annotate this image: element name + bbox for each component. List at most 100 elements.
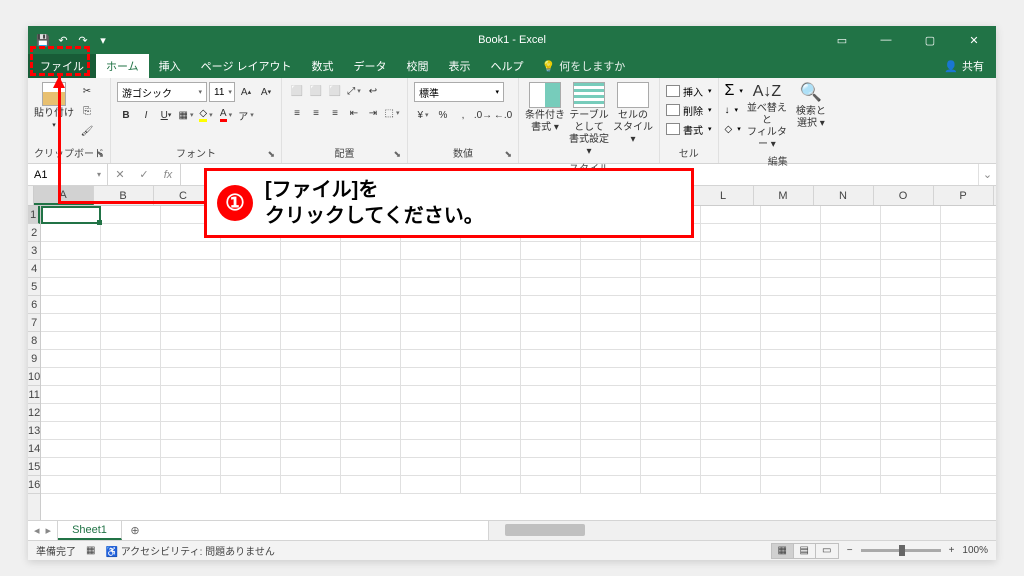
cell[interactable] — [761, 332, 821, 350]
cell[interactable] — [521, 476, 581, 494]
cell[interactable] — [461, 368, 521, 386]
cell[interactable] — [581, 404, 641, 422]
cell[interactable] — [761, 224, 821, 242]
zoom-slider[interactable] — [861, 549, 941, 552]
cell[interactable] — [281, 260, 341, 278]
cell[interactable] — [101, 350, 161, 368]
cell[interactable] — [101, 476, 161, 494]
cell[interactable] — [581, 314, 641, 332]
cell[interactable] — [41, 368, 101, 386]
cell[interactable] — [821, 404, 881, 422]
cell[interactable] — [41, 332, 101, 350]
font-launcher-icon[interactable]: ⬊ — [267, 149, 275, 160]
cell[interactable] — [281, 242, 341, 260]
tab-data[interactable]: データ — [344, 54, 397, 78]
cell[interactable] — [821, 296, 881, 314]
cell[interactable] — [161, 332, 221, 350]
cell[interactable] — [41, 296, 101, 314]
cell[interactable] — [221, 368, 281, 386]
cell[interactable] — [461, 440, 521, 458]
cell[interactable] — [221, 440, 281, 458]
page-break-view-button[interactable]: ▭ — [816, 544, 838, 558]
cell[interactable] — [101, 278, 161, 296]
cell[interactable] — [881, 404, 941, 422]
save-icon[interactable]: 💾 — [36, 33, 50, 47]
wrap-text-button[interactable]: ↩ — [364, 82, 382, 100]
cell[interactable] — [41, 476, 101, 494]
tab-insert[interactable]: 挿入 — [149, 54, 191, 78]
cell[interactable] — [101, 224, 161, 242]
percent-button[interactable]: % — [434, 106, 452, 124]
zoom-thumb[interactable] — [899, 545, 905, 556]
cell[interactable] — [941, 440, 996, 458]
cell[interactable] — [221, 386, 281, 404]
cell[interactable] — [881, 314, 941, 332]
cell[interactable] — [941, 260, 996, 278]
tab-file[interactable]: ファイル — [28, 54, 96, 78]
cell[interactable] — [581, 242, 641, 260]
cell[interactable] — [341, 314, 401, 332]
find-select-button[interactable]: 🔍検索と 選択 ▾ — [791, 82, 831, 130]
undo-icon[interactable]: ↶ — [56, 33, 70, 47]
cell[interactable] — [101, 440, 161, 458]
cell[interactable] — [581, 476, 641, 494]
cell[interactable] — [581, 278, 641, 296]
cell[interactable] — [701, 440, 761, 458]
cell[interactable] — [521, 368, 581, 386]
cell[interactable] — [821, 476, 881, 494]
qat-customize-icon[interactable]: ▾ — [96, 33, 110, 47]
cell[interactable] — [101, 422, 161, 440]
cell[interactable] — [581, 440, 641, 458]
cell[interactable] — [461, 278, 521, 296]
cell[interactable] — [941, 296, 996, 314]
cell[interactable] — [221, 332, 281, 350]
cell[interactable] — [761, 386, 821, 404]
merge-button[interactable]: ⬚ — [383, 104, 401, 122]
cell[interactable] — [701, 476, 761, 494]
paste-button[interactable]: 貼り付け ▾ — [34, 82, 74, 130]
cell[interactable] — [701, 260, 761, 278]
row-header[interactable]: 16 — [28, 476, 40, 494]
cell[interactable] — [101, 368, 161, 386]
cell[interactable] — [401, 440, 461, 458]
cell[interactable] — [641, 242, 701, 260]
cell[interactable] — [581, 350, 641, 368]
number-format-select[interactable]: 標準▾ — [414, 82, 504, 102]
cell[interactable] — [761, 350, 821, 368]
cell[interactable] — [281, 278, 341, 296]
cell[interactable] — [641, 368, 701, 386]
cell[interactable] — [161, 350, 221, 368]
cell[interactable] — [821, 386, 881, 404]
cell[interactable] — [101, 332, 161, 350]
cell[interactable] — [821, 242, 881, 260]
cell[interactable] — [221, 404, 281, 422]
cell[interactable] — [701, 314, 761, 332]
horizontal-scrollbar[interactable] — [488, 521, 996, 540]
clipboard-launcher-icon[interactable]: ⬊ — [96, 149, 104, 160]
cell[interactable] — [761, 296, 821, 314]
cell[interactable] — [701, 206, 761, 224]
cell[interactable] — [461, 296, 521, 314]
cell[interactable] — [41, 224, 101, 242]
cell[interactable] — [521, 314, 581, 332]
cell[interactable] — [281, 386, 341, 404]
underline-button[interactable]: U▾ — [157, 106, 175, 124]
cell[interactable] — [581, 422, 641, 440]
cell[interactable] — [401, 278, 461, 296]
cell[interactable] — [941, 386, 996, 404]
cell[interactable] — [581, 260, 641, 278]
cell[interactable] — [521, 260, 581, 278]
align-bottom-button[interactable]: ⬜ — [326, 82, 344, 100]
cell[interactable] — [821, 332, 881, 350]
cell[interactable] — [521, 458, 581, 476]
cell[interactable] — [821, 350, 881, 368]
cell[interactable] — [41, 422, 101, 440]
cell[interactable] — [821, 440, 881, 458]
cell[interactable] — [41, 386, 101, 404]
cell[interactable] — [641, 422, 701, 440]
cell[interactable] — [461, 242, 521, 260]
cell[interactable] — [701, 368, 761, 386]
italic-button[interactable]: I — [137, 106, 155, 124]
cell[interactable] — [881, 422, 941, 440]
cell[interactable] — [161, 476, 221, 494]
